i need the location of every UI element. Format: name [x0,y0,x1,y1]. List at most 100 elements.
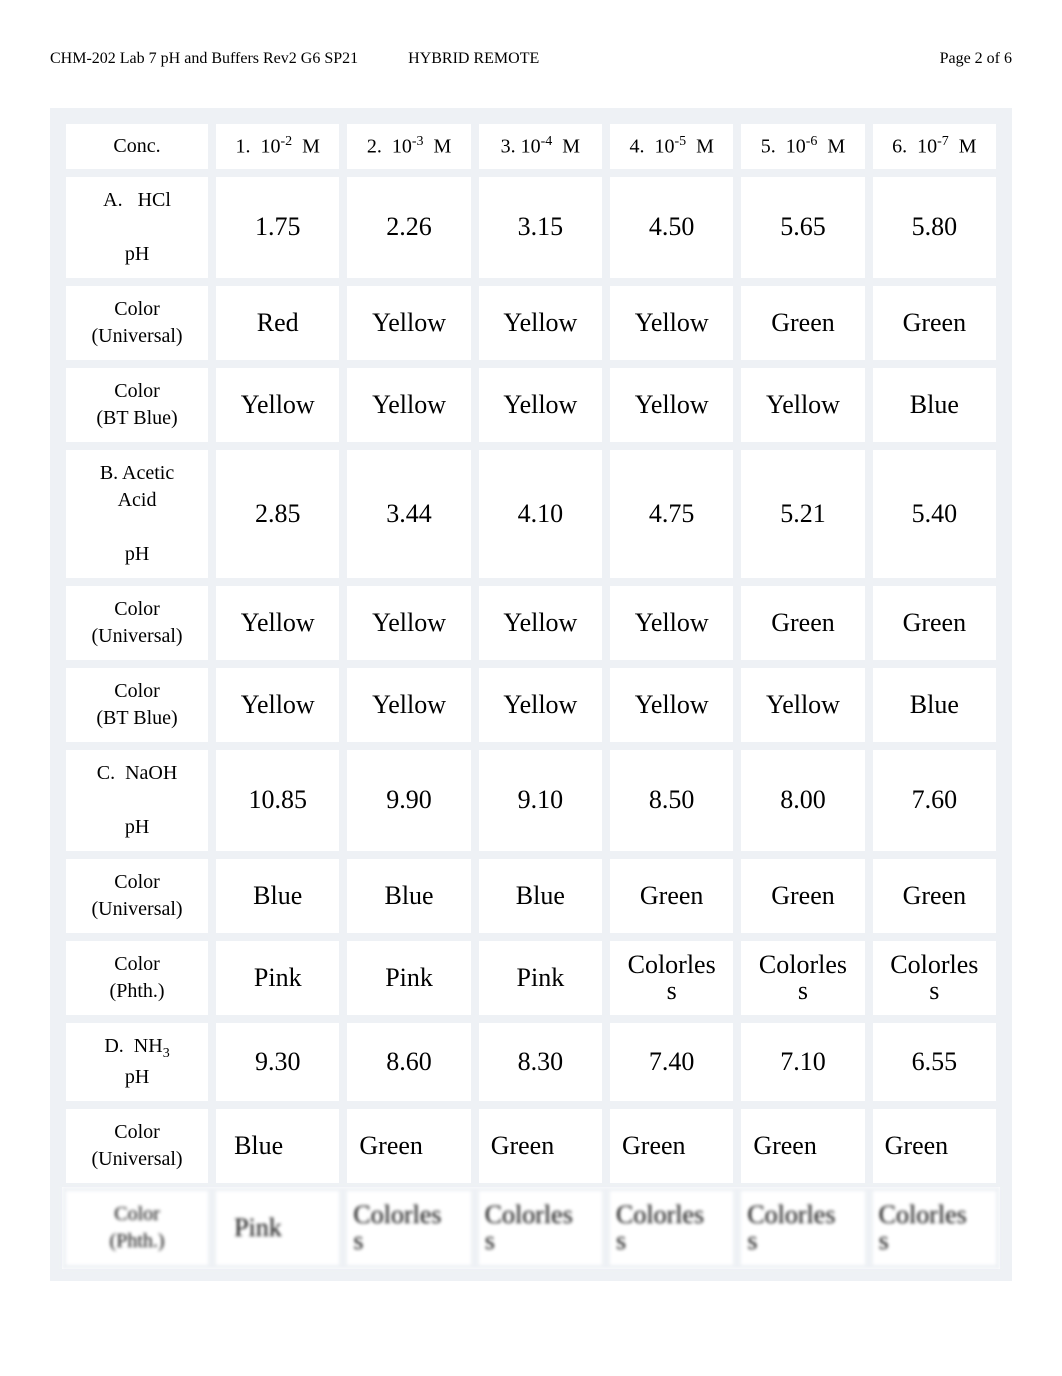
table-row: Color(Universal) Red Yellow Yellow Yello… [62,282,1000,364]
row-label: Color(BT Blue) [62,364,212,446]
table-row: Color(Universal) Blue Green Green Green … [62,1105,1000,1187]
cell: 4.10 [475,446,606,582]
cell: Blue [869,664,1000,746]
row-label: D. NH3pH [62,1019,212,1105]
row-label: Color(Universal) [62,282,212,364]
cell: Blue [212,1105,343,1187]
cell: 7.60 [869,746,1000,855]
cell: 8.50 [606,746,737,855]
cell: 8.00 [737,746,868,855]
table-row: Color(Universal) Yellow Yellow Yellow Ye… [62,582,1000,664]
row-label: Color(Universal) [62,1105,212,1187]
cell: 5.40 [869,446,1000,582]
col-header-2: 2. 10-3 M [343,120,474,173]
col-header-5: 5. 10-6 M [737,120,868,173]
cell: Yellow [475,582,606,664]
row-label: Color(Universal) [62,582,212,664]
cell: Colorless [869,937,1000,1019]
header-mid: HYBRID REMOTE [358,50,939,68]
table-row: Color(Universal) Blue Blue Blue Green Gr… [62,855,1000,937]
cell: 3.15 [475,173,606,282]
cell: Green [737,282,868,364]
cell: Colorless [475,1187,606,1269]
cell: Yellow [737,664,868,746]
row-label: Color(Phth.) [62,937,212,1019]
cell: Green [869,282,1000,364]
cell: Yellow [475,282,606,364]
cell: Pink [212,1187,343,1269]
cell: Green [869,855,1000,937]
cell: 1.75 [212,173,343,282]
cell: Yellow [606,664,737,746]
table-row: D. NH3pH 9.30 8.60 8.30 7.40 7.10 6.55 [62,1019,1000,1105]
cell: 8.60 [343,1019,474,1105]
cell: Green [737,855,868,937]
cell: Yellow [606,364,737,446]
cell: Yellow [343,282,474,364]
table-row: Color(Phth.) Pink Colorless Colorless Co… [62,1187,1000,1269]
cell: 6.55 [869,1019,1000,1105]
table-row: A. HClpH 1.75 2.26 3.15 4.50 5.65 5.80 [62,173,1000,282]
col-header-4: 4. 10-5 M [606,120,737,173]
row-label: Color(BT Blue) [62,664,212,746]
cell: Colorless [869,1187,1000,1269]
table-row: C. NaOHpH 10.85 9.90 9.10 8.50 8.00 7.60 [62,746,1000,855]
cell: 3.44 [343,446,474,582]
cell: 9.30 [212,1019,343,1105]
row-label: C. NaOHpH [62,746,212,855]
cell: 5.21 [737,446,868,582]
cell: 9.10 [475,746,606,855]
cell: Blue [869,364,1000,446]
cell: 8.30 [475,1019,606,1105]
cell: Yellow [343,664,474,746]
cell: 5.65 [737,173,868,282]
cell: 10.85 [212,746,343,855]
row-label: Color(Universal) [62,855,212,937]
cell: Green [869,582,1000,664]
cell: Green [737,1105,868,1187]
cell: 4.50 [606,173,737,282]
cell: Pink [475,937,606,1019]
cell: Blue [212,855,343,937]
row-label: B. AceticAcidpH [62,446,212,582]
cell: Yellow [606,582,737,664]
cell: Blue [343,855,474,937]
cell: Green [606,855,737,937]
cell: Yellow [212,364,343,446]
cell: Colorless [737,937,868,1019]
ph-buffers-table: Conc. 1. 10-2 M 2. 10-3 M 3. 10-4 M 4. 1… [50,108,1012,1281]
cell: 7.40 [606,1019,737,1105]
cell: Pink [212,937,343,1019]
cell: Green [869,1105,1000,1187]
cell: Green [343,1105,474,1187]
cell: Yellow [343,582,474,664]
cell: 5.80 [869,173,1000,282]
col-header-6: 6. 10-7 M [869,120,1000,173]
row-label: A. HClpH [62,173,212,282]
cell: Blue [475,855,606,937]
header-left: CHM-202 Lab 7 pH and Buffers Rev2 G6 SP2… [50,50,358,68]
cell: Colorless [343,1187,474,1269]
table-row: B. AceticAcidpH 2.85 3.44 4.10 4.75 5.21… [62,446,1000,582]
cell: 2.26 [343,173,474,282]
cell: Colorless [606,1187,737,1269]
cell: Yellow [475,364,606,446]
cell: Pink [343,937,474,1019]
table-row: Color(BT Blue) Yellow Yellow Yellow Yell… [62,664,1000,746]
cell: Colorless [606,937,737,1019]
col-header-conc: Conc. [62,120,212,173]
cell: 4.75 [606,446,737,582]
cell: Yellow [212,582,343,664]
cell: Red [212,282,343,364]
table-row: Color(BT Blue) Yellow Yellow Yellow Yell… [62,364,1000,446]
cell: Yellow [606,282,737,364]
col-header-3: 3. 10-4 M [475,120,606,173]
page-header: CHM-202 Lab 7 pH and Buffers Rev2 G6 SP2… [50,50,1012,68]
cell: Green [606,1105,737,1187]
cell: Yellow [343,364,474,446]
col-header-1: 1. 10-2 M [212,120,343,173]
cell: Green [475,1105,606,1187]
cell: Yellow [212,664,343,746]
cell: 7.10 [737,1019,868,1105]
header-right: Page 2 of 6 [940,50,1012,68]
